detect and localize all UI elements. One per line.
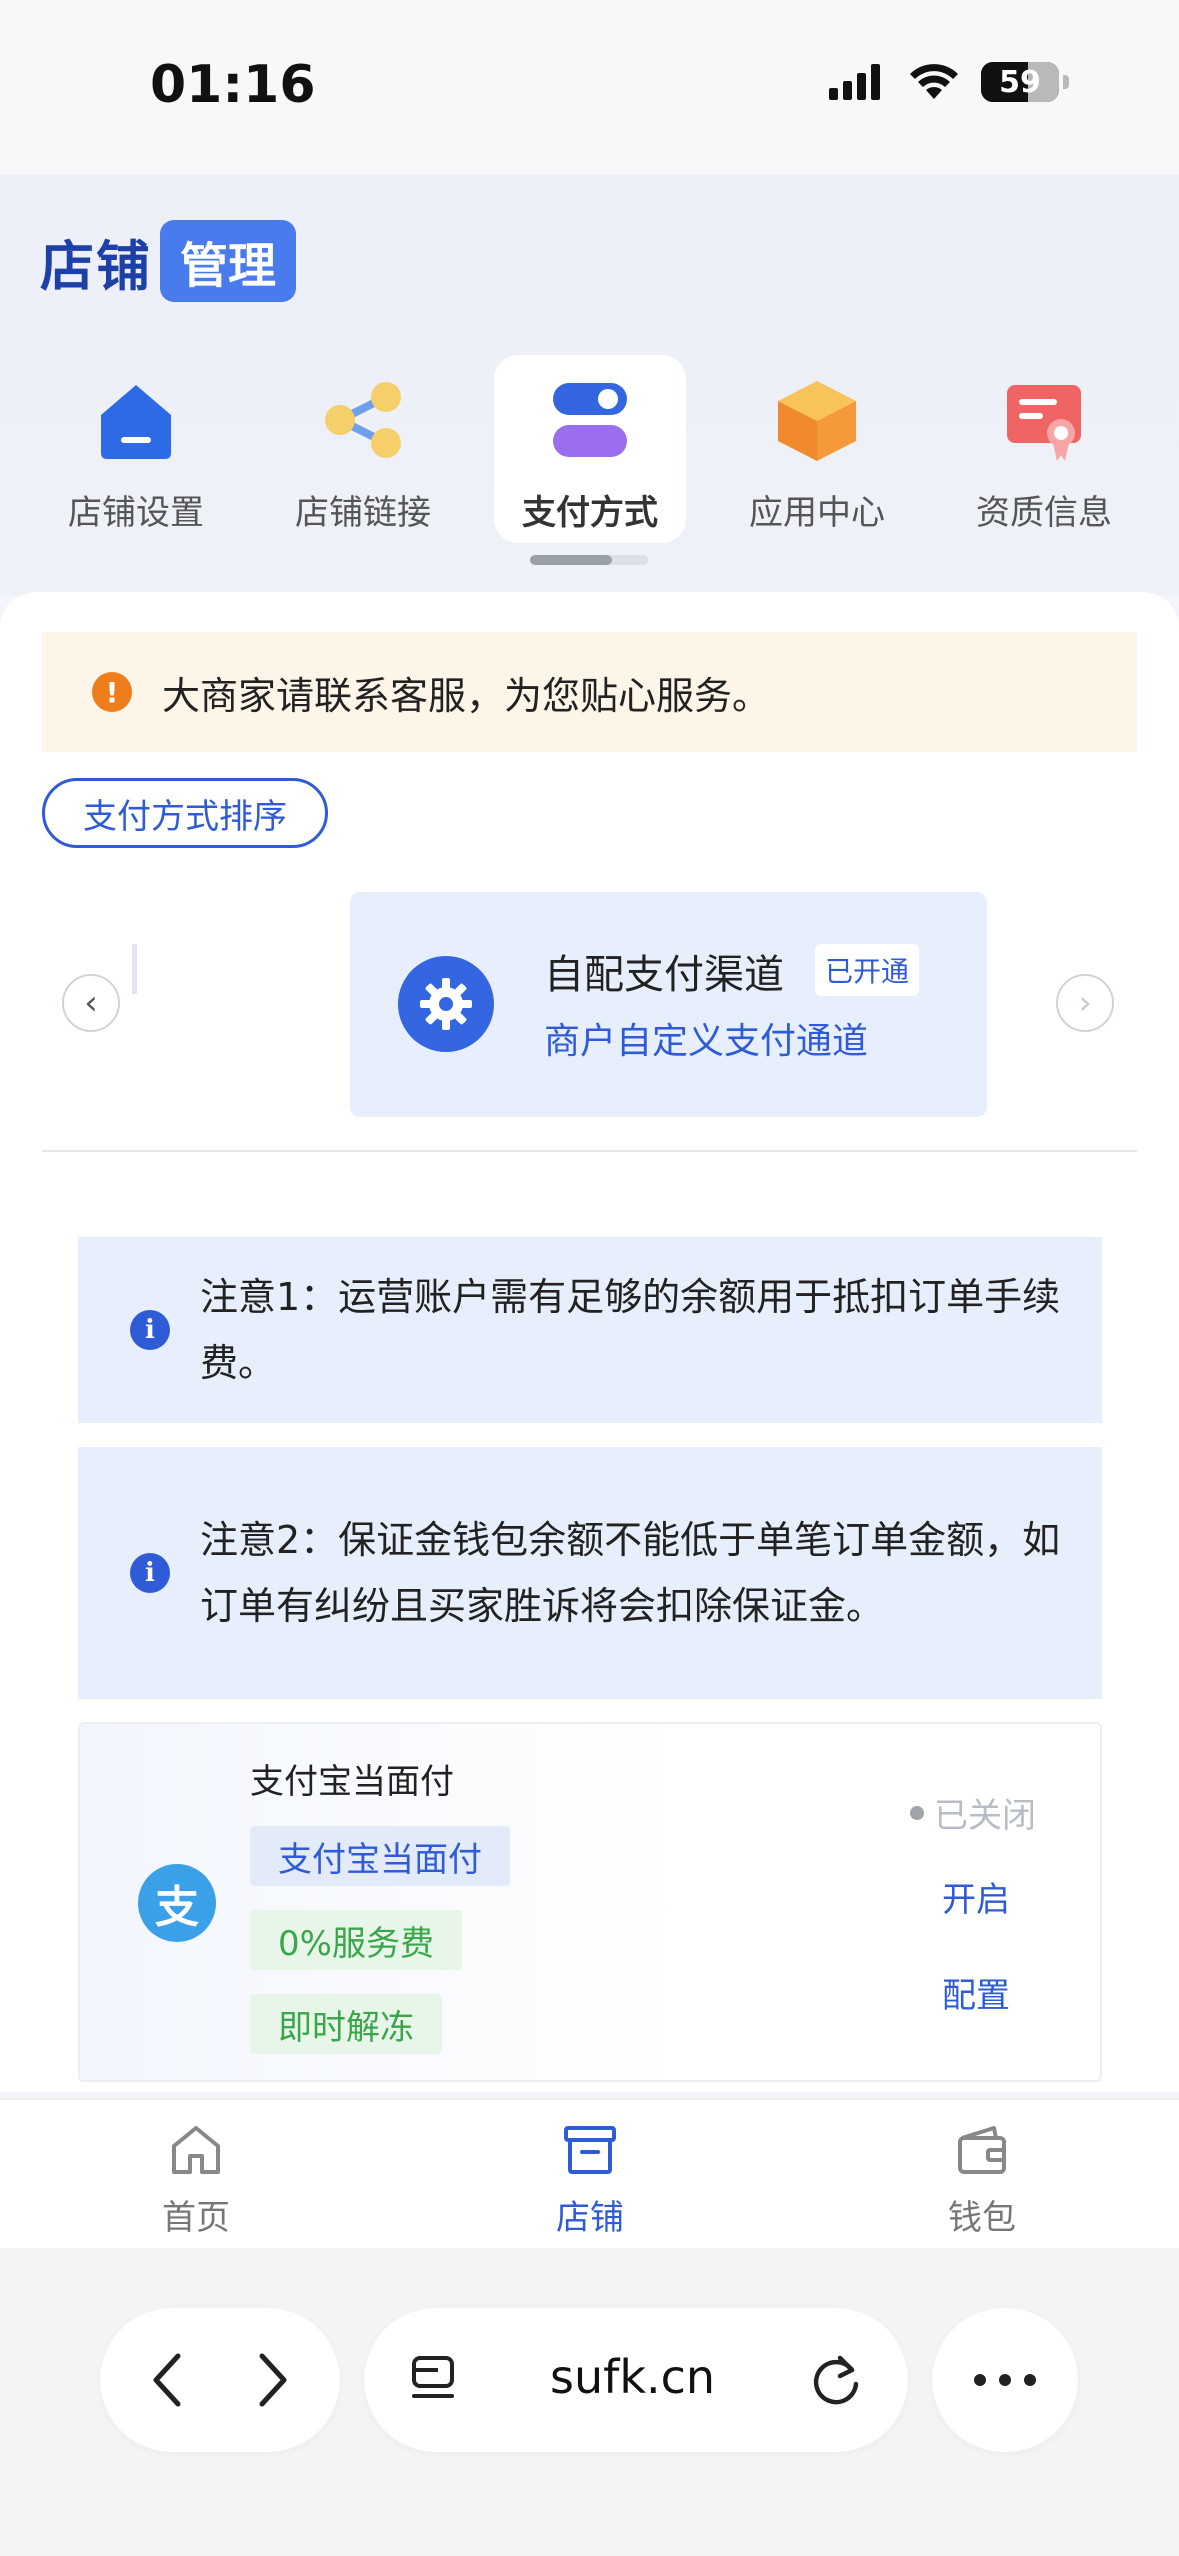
forward-arrow-icon[interactable] xyxy=(252,2350,292,2410)
status-time: 01:16 xyxy=(150,55,316,115)
alipay-icon: 支 xyxy=(138,1864,216,1942)
browser-nav-group xyxy=(100,2308,340,2452)
toggle-switch-icon xyxy=(553,383,627,457)
more-options-button[interactable] xyxy=(932,2308,1078,2452)
wifi-icon xyxy=(910,64,958,99)
enable-button[interactable]: 开启 xyxy=(942,1872,1010,1921)
reload-icon[interactable] xyxy=(810,2352,864,2408)
more-dots-icon xyxy=(974,2374,1036,2386)
back-arrow-icon[interactable] xyxy=(148,2350,188,2410)
tag-service-fee: 0%服务费 xyxy=(250,1910,462,1970)
note-box-1: i 注意1：运营账户需有足够的余额用于抵扣订单手续费。 xyxy=(78,1237,1102,1423)
tab-payment-methods[interactable]: 支付方式 xyxy=(494,355,686,543)
note-box-2: i 注意2：保证金钱包余额不能低于单笔订单金额，如订单有纠纷且买家胜诉将会扣除保… xyxy=(78,1447,1102,1699)
main-content: ! 大商家请联系客服，为您贴心服务。 支付方式排序 ‹ 自配支付渠道 已开通 商… xyxy=(0,592,1179,2092)
status-badge: 已开通 xyxy=(815,944,920,996)
info-icon: i xyxy=(130,1310,170,1350)
browser-toolbar: sufk.cn xyxy=(0,2248,1179,2556)
nav-label: 首页 xyxy=(162,2198,230,2238)
channel-carousel: ‹ 自配支付渠道 已开通 商户自定义支付通道 › xyxy=(0,882,1179,1122)
tab-label: 店铺设置 xyxy=(68,493,204,533)
archive-box-icon xyxy=(564,2126,616,2174)
method-status: 已关闭 xyxy=(910,1788,1036,1837)
bottom-navigation: 首页 店铺 钱包 xyxy=(0,2098,1179,2248)
nav-wallet[interactable]: 钱包 xyxy=(902,2122,1062,2239)
tag-instant-unfreeze: 即时解冻 xyxy=(250,1994,442,2054)
page-header: 店铺 管理 店铺设置 店铺链接 支付方式 应用中心 资质信息 xyxy=(0,175,1179,595)
category-tabs: 店铺设置 店铺链接 支付方式 应用中心 资质信息 xyxy=(40,355,1140,555)
brand-title-part2: 管理 xyxy=(160,220,297,302)
nav-home[interactable]: 首页 xyxy=(116,2122,276,2239)
tab-scroll-indicator xyxy=(530,555,648,565)
chevron-right-icon[interactable]: › xyxy=(1056,974,1114,1032)
cellular-signal-icon xyxy=(829,64,880,100)
custom-channel-card[interactable]: 自配支付渠道 已开通 商户自定义支付通道 xyxy=(350,892,987,1117)
method-name: 支付宝当面付 xyxy=(250,1762,454,1802)
tab-shop-link[interactable]: 店铺链接 xyxy=(267,355,459,543)
wallet-icon xyxy=(958,2126,1006,2174)
divider xyxy=(42,1150,1137,1152)
address-bar[interactable]: sufk.cn xyxy=(364,2308,908,2452)
payment-method-card: 支 支付宝当面付 支付宝当面付 0%服务费 即时解冻 已关闭 开启 配置 xyxy=(78,1722,1102,2082)
carousel-edge-marker xyxy=(132,944,137,994)
status-bar: 01:16 59 xyxy=(0,0,1179,175)
tab-label: 支付方式 xyxy=(522,493,658,533)
box-cube-icon xyxy=(778,381,856,461)
tab-label: 店铺链接 xyxy=(295,493,431,533)
chevron-left-icon[interactable]: ‹ xyxy=(62,974,120,1032)
notice-banner: ! 大商家请联系客服，为您贴心服务。 xyxy=(42,632,1137,752)
status-indicators: 59 xyxy=(829,62,1069,102)
configure-button[interactable]: 配置 xyxy=(942,1968,1010,2017)
nav-label: 店铺 xyxy=(556,2198,624,2238)
shop-house-icon xyxy=(101,385,171,459)
tab-label: 应用中心 xyxy=(749,493,885,533)
url-text: sufk.cn xyxy=(550,2350,716,2404)
tab-label: 资质信息 xyxy=(976,493,1112,533)
note-text-2: 注意2：保证金钱包余额不能低于单笔订单金额，如订单有纠纷且买家胜诉将会扣除保证金… xyxy=(200,1518,1061,1628)
nav-label: 钱包 xyxy=(948,2198,1016,2238)
battery-icon: 59 xyxy=(981,62,1059,102)
brand-title-part1: 店铺 xyxy=(40,234,152,298)
method-status-text: 已关闭 xyxy=(934,1796,1036,1836)
battery-level: 59 xyxy=(999,64,1041,100)
brand-logo: 店铺 管理 xyxy=(40,220,297,302)
share-nodes-icon xyxy=(325,382,401,458)
tab-qualification[interactable]: 资质信息 xyxy=(948,355,1140,543)
tab-shop-settings[interactable]: 店铺设置 xyxy=(40,355,232,543)
notice-text: 大商家请联系客服，为您贴心服务。 xyxy=(162,673,771,718)
page-menu-icon[interactable] xyxy=(410,2354,460,2406)
channel-title: 自配支付渠道 xyxy=(544,952,784,998)
warning-icon: ! xyxy=(92,672,132,712)
note-text-1: 注意1：运营账户需有足够的余额用于抵扣订单手续费。 xyxy=(200,1275,1061,1385)
gear-icon xyxy=(398,956,494,1052)
info-icon: i xyxy=(130,1553,170,1593)
certificate-icon xyxy=(1007,385,1081,461)
channel-subtitle: 商户自定义支付通道 xyxy=(544,1021,869,1062)
home-icon xyxy=(172,2126,220,2174)
status-dot-icon xyxy=(910,1805,924,1820)
tag-method-type: 支付宝当面付 xyxy=(250,1826,510,1886)
tab-app-center[interactable]: 应用中心 xyxy=(721,355,913,543)
nav-shop[interactable]: 店铺 xyxy=(510,2122,670,2239)
sort-payment-methods-button[interactable]: 支付方式排序 xyxy=(42,778,328,848)
